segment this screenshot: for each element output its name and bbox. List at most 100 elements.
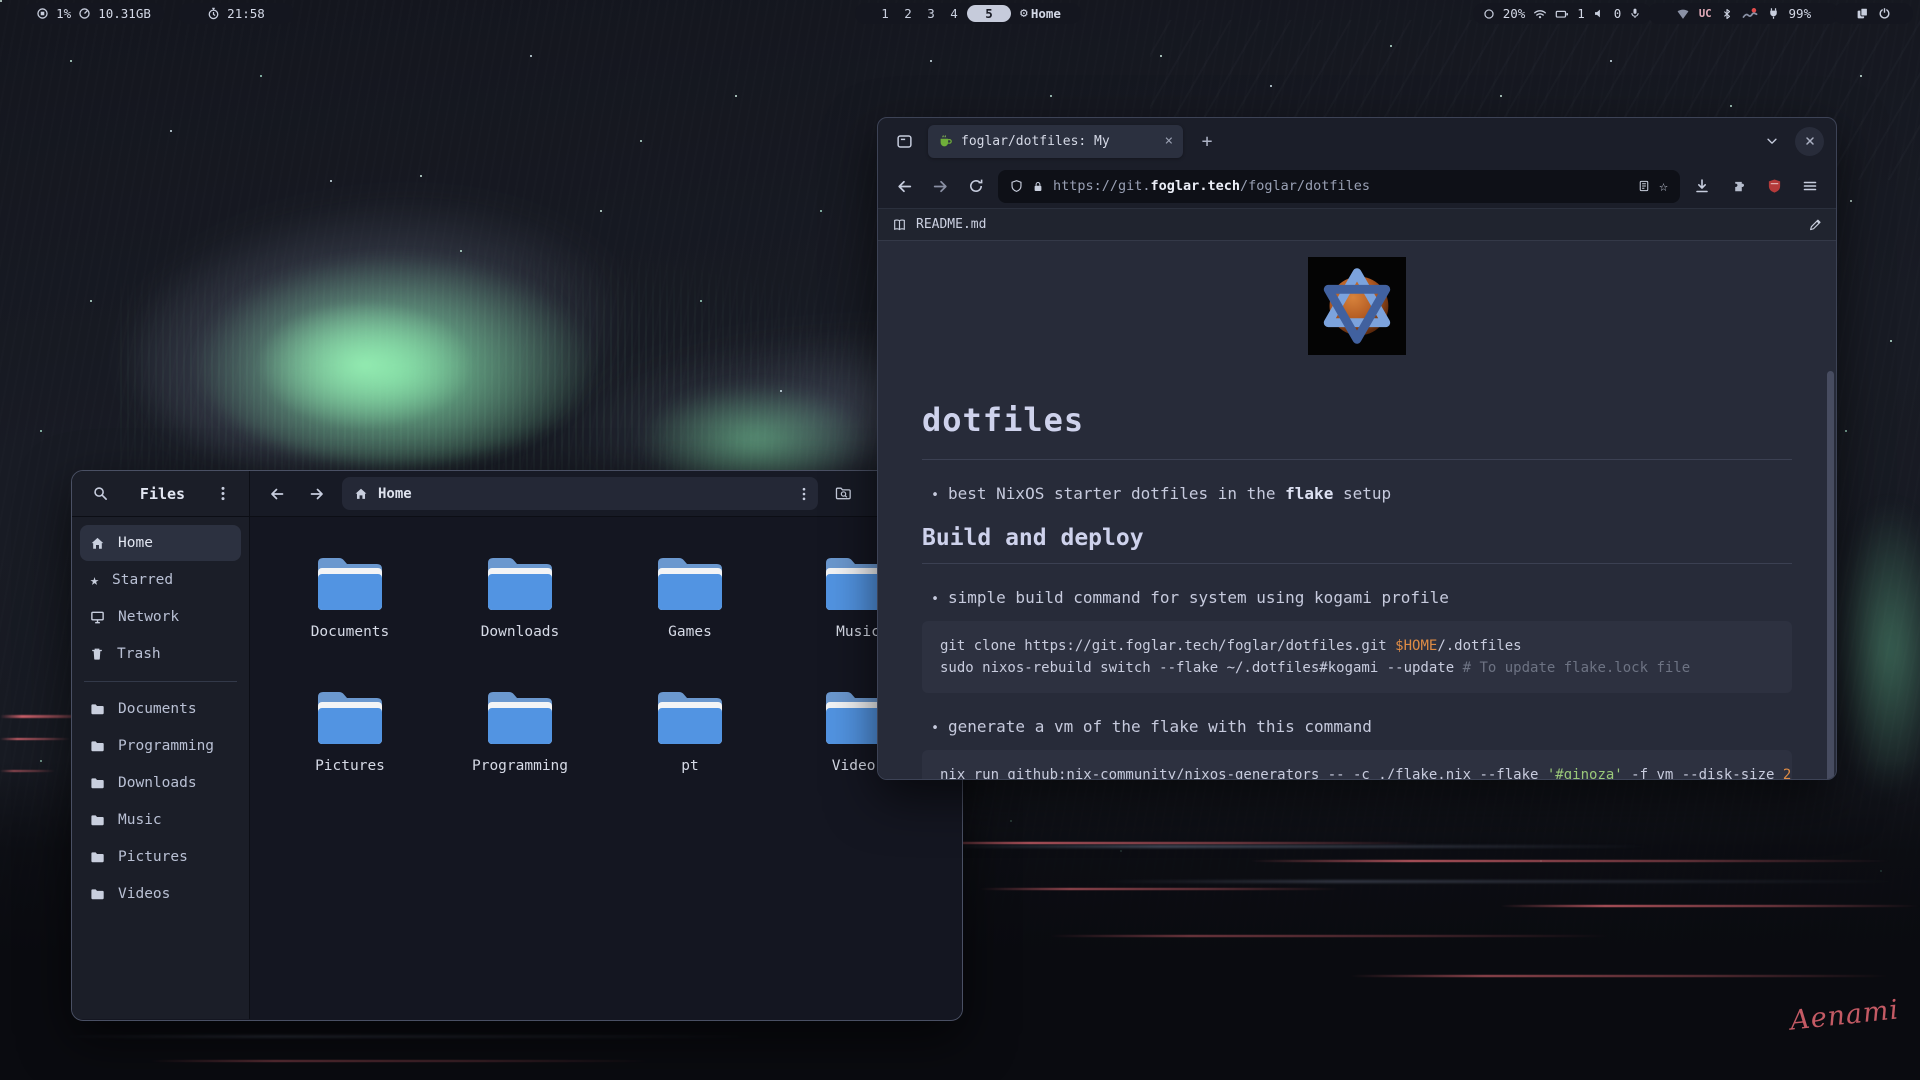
url-bar[interactable]: https://git.foglar.tech/foglar/dotfiles …: [998, 170, 1680, 203]
wallpaper-aurora-streaks: [120, 240, 940, 500]
folder-icon: [90, 702, 105, 717]
scrollbar[interactable]: [1827, 371, 1834, 779]
sidebar-item-label: Documents: [118, 701, 197, 717]
nixos-planet-logo: [1308, 257, 1406, 355]
wallpaper-streak: [60, 1035, 760, 1038]
app-menu-kebab-icon[interactable]: [211, 480, 235, 508]
wallpaper-red-glitch: [1350, 975, 1890, 977]
wallpaper-red-glitch: [1500, 905, 1920, 907]
back-button[interactable]: [262, 479, 292, 509]
folder-pt[interactable]: pt: [625, 687, 755, 774]
forward-button[interactable]: [926, 172, 954, 200]
folder-documents[interactable]: Documents: [285, 553, 415, 640]
sidebar-item-label: Music: [118, 812, 162, 828]
tracking-shield-icon[interactable]: [1010, 179, 1023, 193]
clipboard-icon[interactable]: [1856, 7, 1869, 20]
gitea-favicon: [938, 134, 953, 149]
sidebar-item-starred[interactable]: ★ Starred: [80, 562, 241, 598]
search-folder-icon[interactable]: [828, 479, 858, 509]
tab-manager-icon[interactable]: [890, 127, 918, 155]
list-tabs-chevron-icon[interactable]: [1759, 128, 1785, 154]
keyboard-battery-icon: [1555, 7, 1569, 21]
code-block-vm[interactable]: nix run github:nix-community/nixos-gener…: [922, 750, 1792, 779]
folder-icon: [312, 553, 388, 615]
topbar-actions: [1833, 3, 1913, 24]
code-block-build[interactable]: git clone https://git.foglar.tech/foglar…: [922, 621, 1792, 693]
keyboard-battery-value: 1: [1577, 6, 1585, 21]
readme-bullet: •simple build command for system using k…: [922, 588, 1792, 607]
workspace-2[interactable]: 2: [898, 6, 918, 21]
folder-icon: [312, 687, 388, 749]
url-text: https://git.foglar.tech/foglar/dotfiles: [1053, 178, 1370, 194]
browser-tab-active[interactable]: foglar/dotfiles: My ×: [928, 125, 1183, 158]
sidebar-item-home[interactable]: Home: [80, 525, 241, 561]
power-icon[interactable]: [1878, 7, 1891, 20]
folder-downloads[interactable]: Downloads: [455, 553, 585, 640]
sidebar-item-documents[interactable]: Documents: [80, 691, 241, 727]
reload-icon[interactable]: [962, 172, 990, 200]
sidebar-item-music[interactable]: Music: [80, 802, 241, 838]
new-tab-button[interactable]: +: [1193, 131, 1221, 152]
wallpaper-red-glitch: [0, 738, 70, 740]
sidebar-item-label: Starred: [112, 572, 173, 588]
bookmark-star-icon[interactable]: ☆: [1659, 177, 1668, 195]
workspace-3[interactable]: 3: [921, 6, 941, 21]
edit-pencil-icon[interactable]: [1808, 218, 1822, 232]
folder-programming[interactable]: Programming: [455, 687, 585, 774]
bluetooth-icon: [1721, 7, 1733, 21]
extensions-puzzle-icon[interactable]: [1724, 172, 1752, 200]
back-button[interactable]: [890, 172, 918, 200]
window-close-button[interactable]: [1795, 127, 1824, 156]
folder-icon: [90, 887, 105, 902]
folder-icon: [90, 850, 105, 865]
files-app-title: Files: [114, 485, 211, 503]
folder-label: Documents: [285, 624, 415, 640]
folder-icon: [90, 739, 105, 754]
workspace-4[interactable]: 4: [944, 6, 964, 21]
sidebar-item-label: Downloads: [118, 775, 197, 791]
ublock-shield-icon[interactable]: [1760, 172, 1788, 200]
brightness-value: 20%: [1503, 6, 1526, 21]
folder-pictures[interactable]: Pictures: [285, 687, 415, 774]
sidebar-item-trash[interactable]: Trash: [80, 636, 241, 672]
breadcrumb[interactable]: Home: [342, 477, 818, 510]
sidebar-item-label: Trash: [117, 646, 161, 662]
wallpaper-streak: [950, 845, 1650, 848]
files-window: Files Home: [71, 470, 963, 1021]
path-options-kebab-icon[interactable]: [802, 487, 806, 501]
sidebar-item-programming[interactable]: Programming: [80, 728, 241, 764]
folder-label: Pictures: [285, 758, 415, 774]
breadcrumb-label: Home: [378, 486, 412, 502]
volume-value: 0: [1614, 6, 1622, 21]
folder-icon: [652, 553, 728, 615]
sidebar-item-network[interactable]: Network: [80, 599, 241, 635]
files-sidebar: Home ★ Starred Network Trash: [72, 517, 250, 1019]
power-plug-icon: [1767, 7, 1780, 20]
topbar-tray[interactable]: UC 99%: [1648, 3, 1839, 24]
sidebar-item-label: Pictures: [118, 849, 188, 865]
downloads-icon[interactable]: [1688, 172, 1716, 200]
sidebar-item-pictures[interactable]: Pictures: [80, 839, 241, 875]
folder-icon: [652, 687, 728, 749]
wallpaper-red-glitch: [900, 842, 1420, 844]
sidebar-item-downloads[interactable]: Downloads: [80, 765, 241, 801]
browser-toolbar: https://git.foglar.tech/foglar/dotfiles …: [878, 164, 1836, 208]
reader-view-icon[interactable]: [1638, 179, 1650, 193]
readme-bullet: • best NixOS starter dotfiles in the fla…: [922, 484, 1792, 503]
mode-label[interactable]: Home: [1031, 6, 1061, 21]
workspace-5-active[interactable]: 5: [967, 5, 1011, 22]
cpu-usage: 1%: [56, 6, 71, 21]
search-icon[interactable]: [86, 480, 114, 508]
readme-bullet: •generate a vm of the flake with this co…: [922, 717, 1792, 736]
topbar-clock[interactable]: 21:58: [178, 3, 294, 24]
hamburger-menu-icon[interactable]: [1796, 172, 1824, 200]
heading-rule: [922, 563, 1792, 564]
readme-title: dotfiles: [922, 401, 1792, 439]
topbar-system-stats[interactable]: 1% 10.31GB: [23, 3, 164, 24]
folder-games[interactable]: Games: [625, 553, 755, 640]
workspace-1[interactable]: 1: [875, 6, 895, 21]
topbar-status-group[interactable]: 20% 1 0: [1473, 3, 1651, 24]
sidebar-item-videos[interactable]: Videos: [80, 876, 241, 912]
tab-close-icon[interactable]: ×: [1165, 133, 1173, 149]
forward-button[interactable]: [302, 479, 332, 509]
